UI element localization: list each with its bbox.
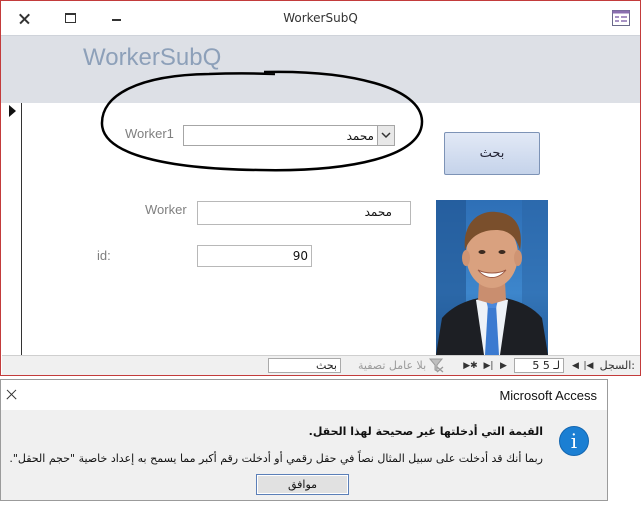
previous-record-icon[interactable]: ◀ — [569, 359, 582, 372]
chevron-down-icon — [381, 132, 391, 139]
id-label: id: — [97, 248, 111, 263]
current-record-arrow-icon — [9, 105, 16, 117]
close-icon[interactable] — [3, 387, 19, 403]
no-filter-icon[interactable] — [428, 357, 444, 373]
filter-status[interactable]: بلا عامل تصفية — [358, 359, 426, 372]
worker-field[interactable]: محمد — [197, 201, 411, 225]
info-icon: i — [559, 426, 589, 456]
dialog-title: Microsoft Access — [499, 388, 597, 403]
worker1-value: محمد — [346, 129, 374, 143]
new-record-icon[interactable]: ▶✱ — [463, 359, 477, 372]
record-selector[interactable] — [2, 103, 22, 355]
last-record-icon[interactable]: ▶| — [482, 359, 495, 372]
record-search-box[interactable]: بحث — [268, 358, 341, 373]
dropdown-arrow-button[interactable] — [377, 126, 394, 145]
window-title: WorkerSubQ — [283, 11, 358, 25]
dialog-message: ربما أنك قد أدخلت على سبيل المثال نصاً ف… — [9, 452, 543, 465]
message-dialog: Microsoft Access i القيمة التي أدخلتها غ… — [0, 379, 608, 501]
form-icon — [612, 10, 630, 26]
form-header: WorkerSubQ — [1, 35, 640, 103]
worker1-combobox[interactable]: محمد — [183, 125, 395, 146]
ok-button[interactable]: موافق — [256, 474, 349, 495]
record-label: السجل: — [599, 359, 635, 372]
worker-label: Worker — [145, 202, 187, 217]
first-record-icon[interactable]: |◀ — [582, 359, 595, 372]
dialog-body: i القيمة التي أدخلتها غير صحيحة لهذا الح… — [1, 410, 607, 500]
form-header-title: WorkerSubQ — [83, 44, 222, 71]
worker1-label: Worker1 — [125, 126, 174, 141]
id-field[interactable]: 90 — [197, 245, 312, 267]
current-record-field[interactable]: 5 لـ 5 — [514, 358, 564, 373]
window-titlebar: WorkerSubQ — [1, 1, 640, 35]
form-window: WorkerSubQ WorkerSubQ Worker1 محمد بحث W… — [0, 0, 641, 376]
worker-photo — [436, 200, 548, 355]
search-button[interactable]: بحث — [444, 132, 540, 175]
dialog-titlebar: Microsoft Access — [1, 380, 607, 410]
next-record-icon[interactable]: ▶ — [497, 359, 510, 372]
record-navigation-bar: السجل: |◀ ◀ 5 لـ 5 ▶ ▶| ▶✱ بلا عامل تصفي… — [2, 355, 640, 375]
dialog-heading: القيمة التي أدخلتها غير صحيحة لهذا الحقل… — [308, 425, 543, 438]
